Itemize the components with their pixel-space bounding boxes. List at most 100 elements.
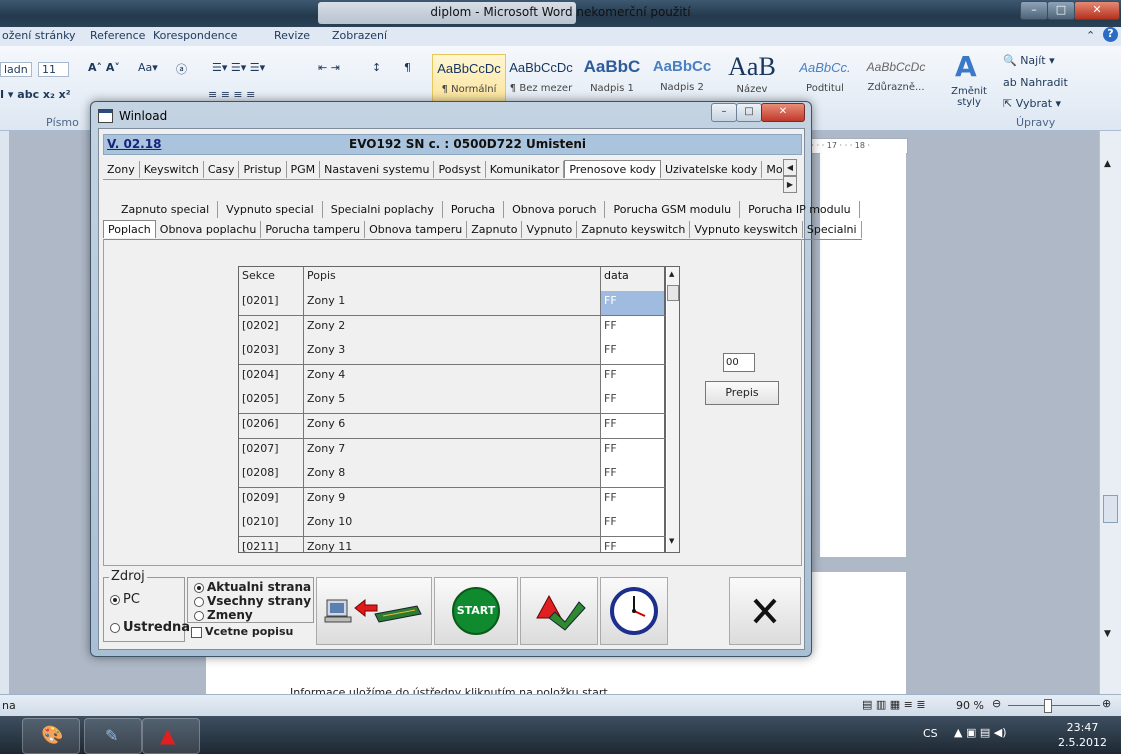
tab-page-layout[interactable]: ožení stránky xyxy=(2,29,76,42)
taskbar-winload-icon[interactable]: ▲ xyxy=(142,718,200,754)
tab-keyswitch[interactable]: Keyswitch xyxy=(140,161,204,178)
cell-data[interactable]: FF xyxy=(601,537,666,552)
bullets-icon[interactable]: ☰▾ ☰▾ ☰▾ xyxy=(212,61,265,74)
radio-icon[interactable] xyxy=(194,582,204,593)
table-row[interactable]: [0205] Zony 5 FF xyxy=(239,389,666,415)
word-minimize-button[interactable]: – xyxy=(1020,1,1048,20)
tab-scroll-left-icon[interactable]: ◀ xyxy=(783,159,797,176)
prepis-button[interactable]: Prepis xyxy=(705,381,779,405)
radio-vsechny-strany[interactable]: Vsechny strany xyxy=(194,594,311,608)
tray-icons[interactable]: ▲ ▣ ▤ ◀) xyxy=(954,726,1007,739)
change-styles-icon[interactable]: A xyxy=(955,50,977,83)
table-row[interactable]: [0202] Zony 2 FF xyxy=(239,315,666,341)
taskbar-app-icon[interactable]: ✎ xyxy=(84,718,142,754)
schedule-button[interactable] xyxy=(600,577,668,645)
cell-data[interactable]: FF xyxy=(601,438,666,463)
version-link[interactable]: V. 02.18 xyxy=(107,137,161,151)
transfer-pc-to-panel-button[interactable] xyxy=(316,577,432,645)
table-scroll-thumb[interactable] xyxy=(667,285,679,301)
radio-aktualni-strana[interactable]: Aktualni strana xyxy=(194,580,311,594)
table-row[interactable]: [0201] Zony 1 FF xyxy=(239,291,666,316)
word-maximize-button[interactable]: □ xyxy=(1047,1,1075,20)
tab-vypnuto-keyswitch[interactable]: Vypnuto keyswitch xyxy=(690,221,803,238)
table-row[interactable]: [0206] Zony 6 FF xyxy=(239,414,666,439)
cell-data[interactable]: FF xyxy=(601,340,666,365)
change-styles-button[interactable]: Změnit styly xyxy=(951,86,987,108)
radio-icon[interactable] xyxy=(194,596,204,607)
radio-icon[interactable] xyxy=(194,610,204,621)
close-app-button[interactable] xyxy=(729,577,801,645)
tab-specialni-poplachy[interactable]: Specialni poplachy xyxy=(323,201,443,218)
clock[interactable]: 23:47 2.5.2012 xyxy=(1058,720,1107,750)
tab-porucha[interactable]: Porucha xyxy=(443,201,505,218)
change-case-icon[interactable]: Aa▾ xyxy=(138,61,158,74)
tab-references[interactable]: Reference xyxy=(90,29,145,42)
checkbox-icon[interactable] xyxy=(191,626,202,638)
style-normal[interactable]: AaBbCcDc ¶ Normální xyxy=(432,54,506,104)
zoom-slider-thumb[interactable] xyxy=(1044,699,1052,713)
cell-data[interactable]: FF xyxy=(601,512,666,537)
align-icon[interactable]: ≡ ≡ ≡ ≡ xyxy=(208,88,255,101)
tab-obnova-poplachu[interactable]: Obnova poplachu xyxy=(156,221,262,238)
cell-data[interactable]: FF xyxy=(601,291,666,315)
tab-pgm[interactable]: PGM xyxy=(287,161,321,178)
receive-button[interactable] xyxy=(520,577,598,645)
winload-maximize-button[interactable]: □ xyxy=(736,103,762,122)
cell-data[interactable]: FF xyxy=(601,315,666,340)
style-heading-1[interactable]: AaBbC Nadpis 1 xyxy=(578,54,646,102)
table-scroll-down-icon[interactable]: ▼ xyxy=(669,537,674,545)
table-row[interactable]: [0208] Zony 8 FF xyxy=(239,463,666,489)
tab-komunikator[interactable]: Komunikator xyxy=(486,161,565,178)
tab-poplach[interactable]: Poplach xyxy=(103,220,156,238)
winload-close-button[interactable]: ✕ xyxy=(761,103,805,122)
cell-data[interactable]: FF xyxy=(601,414,666,438)
tab-pristup[interactable]: Pristup xyxy=(239,161,287,178)
tab-vypnuto[interactable]: Vypnuto xyxy=(522,221,578,238)
help-icon[interactable]: ? xyxy=(1103,27,1118,42)
value-input[interactable]: 00 xyxy=(723,353,755,372)
tab-zony[interactable]: Zony xyxy=(103,161,140,178)
table-row[interactable]: [0207] Zony 7 FF xyxy=(239,438,666,464)
word-close-button[interactable]: ✕ xyxy=(1074,1,1120,20)
tab-zapnuto-special[interactable]: Zapnuto special xyxy=(113,201,219,218)
tab-specialni[interactable]: Specialni xyxy=(803,221,862,238)
table-scrollbar[interactable]: ▲ ▼ xyxy=(667,267,679,552)
table-row[interactable]: [0211] Zony 11 FF xyxy=(239,537,666,552)
zoom-out-icon[interactable]: ⊖ xyxy=(992,697,1001,710)
radio-ustredna-icon[interactable] xyxy=(110,622,120,633)
zoom-level[interactable]: 90 % xyxy=(956,699,984,712)
font-size-field[interactable]: 11 xyxy=(38,62,69,77)
tab-vypnuto-special[interactable]: Vypnuto special xyxy=(218,201,323,218)
view-buttons[interactable]: ▤ ▥ ▦ ≡ ≣ xyxy=(862,698,926,711)
table-row[interactable]: [0210] Zony 10 FF xyxy=(239,512,666,538)
replace-button[interactable]: ab Nahradit xyxy=(1003,76,1068,89)
start-button[interactable]: START xyxy=(434,577,518,645)
font-name-field[interactable]: ladn xyxy=(0,62,32,77)
taskbar-paint-icon[interactable]: 🎨 xyxy=(22,718,80,754)
pilcrow-icon[interactable]: ¶ xyxy=(404,61,411,74)
style-no-spacing[interactable]: AaBbCcDc ¶ Bez mezer xyxy=(506,54,576,102)
style-title[interactable]: AaB Název xyxy=(718,52,786,102)
scroll-down-icon[interactable]: ▼ xyxy=(1104,629,1111,639)
tab-casy[interactable]: Casy xyxy=(204,161,240,178)
cell-data[interactable]: FF xyxy=(601,463,666,488)
tab-view[interactable]: Zobrazení xyxy=(332,29,387,42)
table-scroll-up-icon[interactable]: ▲ xyxy=(669,270,674,278)
table-row[interactable]: [0209] Zony 9 FF xyxy=(239,487,666,513)
cell-data[interactable]: FF xyxy=(601,364,666,389)
tab-nastaveni-systemu[interactable]: Nastaveni systemu xyxy=(320,161,435,178)
tab-mailings[interactable]: Korespondence xyxy=(153,29,237,42)
table-row[interactable]: [0203] Zony 3 FF xyxy=(239,340,666,366)
clear-format-icon[interactable]: ⓐ xyxy=(176,61,187,77)
zoom-slider[interactable] xyxy=(1008,705,1100,706)
ribbon-collapse-icon[interactable]: ⌃ xyxy=(1086,29,1095,42)
cell-data[interactable]: FF xyxy=(601,487,666,512)
tab-porucha-tamperu[interactable]: Porucha tamperu xyxy=(261,221,366,238)
radio-ustredna[interactable]: Ustredna xyxy=(110,620,190,635)
tab-porucha-ip-modulu[interactable]: Porucha IP modulu xyxy=(740,201,860,218)
radio-pc[interactable]: PC xyxy=(110,592,140,607)
sort-icon[interactable]: ↕ xyxy=(372,61,381,74)
vertical-scrollbar[interactable]: ▲ ▼ xyxy=(1099,131,1121,694)
tab-zapnuto[interactable]: Zapnuto xyxy=(467,221,523,238)
table-row[interactable]: [0204] Zony 4 FF xyxy=(239,364,666,390)
